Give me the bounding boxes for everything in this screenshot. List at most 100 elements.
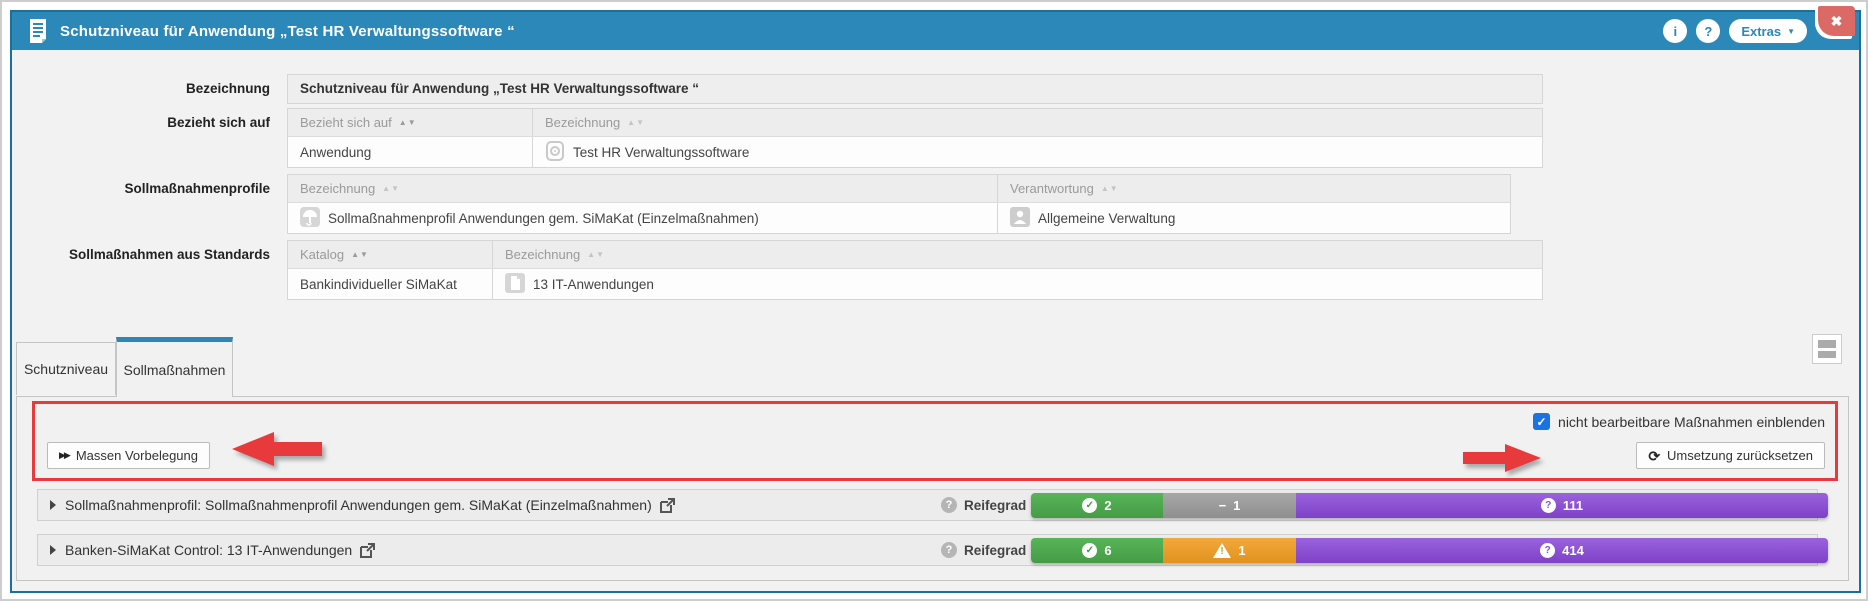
- extras-button[interactable]: Extras ▼: [1729, 19, 1807, 43]
- open-count: 111: [1563, 498, 1583, 513]
- show-readonly-checkbox-label[interactable]: nicht bearbeitbare Maßnahmen einblenden: [1558, 414, 1825, 430]
- document-icon: [28, 19, 48, 43]
- dialog-titlebar: Schutzniveau für Anwendung „Test HR Verw…: [12, 12, 1859, 50]
- info-button[interactable]: i: [1663, 19, 1687, 43]
- maturity-segment-open[interactable]: ? 111: [1296, 493, 1828, 518]
- help-button[interactable]: ?: [1696, 19, 1720, 43]
- bezeichnung-label: Bezeichnung: [12, 81, 270, 96]
- check-circle-icon: ✓: [1082, 498, 1097, 513]
- caret-right-icon[interactable]: [50, 545, 56, 555]
- maturity-block: ? Reifegrad: [941, 542, 1026, 558]
- cell-name: 13 IT-Anwendungen: [493, 269, 666, 299]
- bezieht-sich-auf-label: Bezieht sich auf: [12, 115, 270, 130]
- column-header-katalog[interactable]: Katalog ▲▼: [288, 241, 493, 268]
- cell-profile-label: Sollmaßnahmenprofil Anwendungen gem. SiM…: [328, 211, 759, 226]
- tab-schutzniveau[interactable]: Schutzniveau: [16, 342, 116, 395]
- maturity-segment-warning[interactable]: ! 1: [1163, 538, 1296, 563]
- header-controls: i ? Extras ▼: [1663, 19, 1807, 43]
- sort-icon[interactable]: ▲▼: [587, 250, 605, 259]
- maturity-segment-done[interactable]: ✓ 6: [1031, 538, 1163, 563]
- maturity-segment-open[interactable]: ? 414: [1296, 538, 1828, 563]
- warning-count: 1: [1238, 543, 1245, 558]
- show-readonly-checkbox[interactable]: ✓: [1533, 413, 1550, 430]
- help-circle-icon: ?: [941, 497, 957, 513]
- show-readonly-row: ✓ nicht bearbeitbare Maßnahmen einblende…: [1533, 413, 1825, 430]
- bezieht-sich-auf-table: Bezieht sich auf ▲▼ Bezeichnung ▲▼ Anwen…: [287, 108, 1543, 168]
- annotation-arrow-right-icon: [1463, 442, 1543, 479]
- column-header-label: Katalog: [300, 247, 344, 262]
- refresh-icon: ⟳: [1648, 449, 1660, 463]
- check-circle-icon: ✓: [1082, 543, 1097, 558]
- table-row: Bankindividueller SiMaKat 13 IT-Anwendun…: [288, 269, 1542, 299]
- warning-triangle-icon: !: [1213, 543, 1231, 558]
- measure-group-title: Banken-SiMaKat Control: 13 IT-Anwendunge…: [65, 542, 352, 558]
- close-button[interactable]: ✖: [1818, 6, 1855, 36]
- column-header-label: Bezeichnung: [300, 181, 375, 196]
- application-icon: [545, 141, 565, 164]
- maturity-segment-neutral[interactable]: − 1: [1163, 493, 1296, 518]
- sollmassnahmenprofile-table: Bezeichnung ▲▼ Verantwortung ▲▼ Sollmaßn…: [287, 174, 1511, 234]
- column-header-label: Bezeichnung: [545, 115, 620, 130]
- chevron-down-icon: ▼: [1787, 27, 1795, 36]
- mass-preset-button[interactable]: ▶▶ Massen Vorbelegung: [47, 442, 210, 469]
- sort-icon[interactable]: ▲▼: [382, 184, 400, 193]
- cell-name-label: 13 IT-Anwendungen: [533, 277, 654, 292]
- external-link-icon[interactable]: [660, 498, 675, 513]
- dialog-window: Schutzniveau für Anwendung „Test HR Verw…: [10, 10, 1861, 593]
- column-header-bezeichnung[interactable]: Bezeichnung ▲▼: [533, 109, 657, 136]
- column-header-label: Bezieht sich auf: [300, 115, 392, 130]
- reset-implementation-button[interactable]: ⟳ Umsetzung zurücksetzen: [1636, 442, 1825, 469]
- list-view-toggle-button[interactable]: [1812, 334, 1842, 364]
- table-header-row: Katalog ▲▼ Bezeichnung ▲▼: [288, 241, 1542, 269]
- external-link-icon[interactable]: [360, 543, 375, 558]
- question-circle-icon: ?: [1541, 498, 1556, 513]
- minus-icon: −: [1219, 498, 1227, 513]
- list-view-icon: [1818, 340, 1836, 348]
- maturity-label: Reifegrad: [964, 498, 1026, 513]
- sort-icon[interactable]: ▲▼: [351, 250, 369, 259]
- column-header-label: Verantwortung: [1010, 181, 1094, 196]
- column-header-verantwortung[interactable]: Verantwortung ▲▼: [998, 175, 1131, 202]
- column-header-bezeichnung[interactable]: Bezeichnung ▲▼: [288, 175, 998, 202]
- measure-group-row-profil[interactable]: Sollmaßnahmenprofil: Sollmaßnahmenprofil…: [37, 489, 1818, 521]
- list-view-icon: [1818, 351, 1836, 359]
- maturity-label: Reifegrad: [964, 543, 1026, 558]
- question-circle-icon: ?: [1540, 543, 1555, 558]
- open-count: 414: [1562, 543, 1584, 558]
- cell-type: Anwendung: [288, 137, 533, 167]
- help-circle-icon: ?: [941, 542, 957, 558]
- cell-name: Test HR Verwaltungssoftware: [533, 137, 761, 167]
- sort-icon[interactable]: ▲▼: [627, 118, 645, 127]
- done-count: 2: [1104, 498, 1111, 513]
- cell-name-label: Test HR Verwaltungssoftware: [573, 145, 749, 160]
- maturity-segment-done[interactable]: ✓ 2: [1031, 493, 1163, 518]
- reset-implementation-button-label: Umsetzung zurücksetzen: [1667, 448, 1813, 463]
- sort-icon[interactable]: ▲▼: [1101, 184, 1119, 193]
- mass-preset-button-label: Massen Vorbelegung: [76, 448, 198, 463]
- fast-forward-icon: ▶▶: [59, 450, 69, 461]
- sort-icon[interactable]: ▲▼: [399, 118, 417, 127]
- table-header-row: Bezieht sich auf ▲▼ Bezeichnung ▲▼: [288, 109, 1542, 137]
- catalog-item-icon: [505, 273, 525, 296]
- profile-icon: [300, 207, 320, 230]
- standards-table: Katalog ▲▼ Bezeichnung ▲▼ Bankindividuel…: [287, 240, 1543, 300]
- column-header-bezieht-sich-auf[interactable]: Bezieht sich auf ▲▼: [288, 109, 533, 136]
- cell-catalog: Bankindividueller SiMaKat: [288, 269, 493, 299]
- cell-responsibility-label: Allgemeine Verwaltung: [1038, 211, 1175, 226]
- table-header-row: Bezeichnung ▲▼ Verantwortung ▲▼: [288, 175, 1510, 203]
- cell-responsibility: Allgemeine Verwaltung: [998, 203, 1187, 233]
- dialog-title: Schutzniveau für Anwendung „Test HR Verw…: [60, 23, 515, 40]
- column-header-bezeichnung[interactable]: Bezeichnung ▲▼: [493, 241, 617, 268]
- maturity-block: ? Reifegrad: [941, 497, 1026, 513]
- sollmassnahmen-aus-standards-label: Sollmaßnahmen aus Standards: [12, 247, 270, 262]
- cell-profile-name: Sollmaßnahmenprofil Anwendungen gem. SiM…: [288, 203, 998, 233]
- maturity-bar: ✓ 2 − 1 ? 111: [1031, 493, 1828, 518]
- done-count: 6: [1104, 543, 1111, 558]
- person-icon: [1010, 207, 1030, 230]
- measure-group-row-control[interactable]: Banken-SiMaKat Control: 13 IT-Anwendunge…: [37, 534, 1818, 566]
- annotation-arrow-left-icon: [230, 430, 322, 473]
- measure-group-title: Sollmaßnahmenprofil: Sollmaßnahmenprofil…: [65, 497, 652, 513]
- neutral-count: 1: [1233, 498, 1240, 513]
- caret-right-icon[interactable]: [50, 500, 56, 510]
- tab-sollmassnahmen[interactable]: Sollmaßnahmen: [116, 337, 233, 397]
